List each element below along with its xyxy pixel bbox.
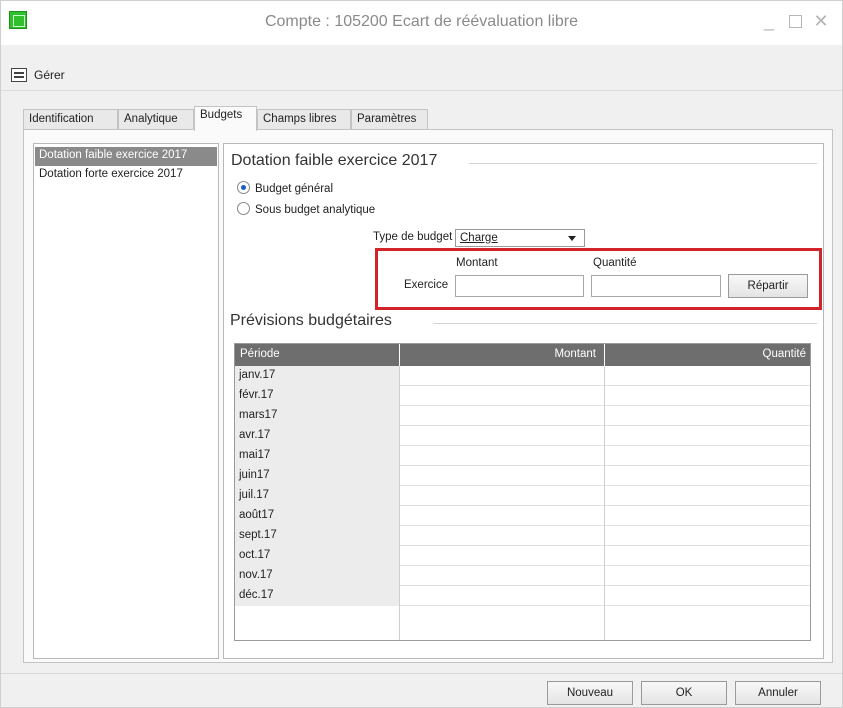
manage-icon[interactable] <box>11 68 27 82</box>
previsions-title: Prévisions budgétaires <box>230 312 392 329</box>
radio-budget-general[interactable]: Budget général <box>237 181 333 199</box>
header-periode[interactable]: Période <box>240 348 280 360</box>
tab-champs-libres[interactable]: Champs libres <box>257 109 351 130</box>
type-budget-select[interactable]: Charge <box>455 229 585 247</box>
cell-periode: mai17 <box>235 446 399 466</box>
table-row[interactable]: janv.17 <box>235 366 810 386</box>
table-row[interactable]: févr.17 <box>235 386 810 406</box>
cell-periode: févr.17 <box>235 386 399 406</box>
cell-quantite[interactable] <box>605 486 810 506</box>
cell-montant[interactable] <box>400 486 604 506</box>
cell-quantite[interactable] <box>605 546 810 566</box>
minimize-button[interactable]: _ <box>759 11 779 31</box>
table-row[interactable]: avr.17 <box>235 426 810 446</box>
table-header: Période Montant Quantité <box>235 344 810 366</box>
header-divider <box>604 344 605 366</box>
montant-column-label: Montant <box>456 257 498 269</box>
cell-quantite[interactable] <box>605 386 810 406</box>
radio-budget-general-label: Budget général <box>255 183 334 195</box>
budget-list-item[interactable]: Dotation faible exercice 2017 <box>35 147 217 166</box>
radio-sous-budget-label: Sous budget analytique <box>255 204 376 216</box>
cell-montant[interactable] <box>400 466 604 486</box>
budget-list: Dotation faible exercice 2017 Dotation f… <box>33 143 219 659</box>
type-budget-value: Charge <box>460 232 498 244</box>
cell-quantite[interactable] <box>605 366 810 386</box>
cell-montant[interactable] <box>400 366 604 386</box>
table-row[interactable]: mars17 <box>235 406 810 426</box>
budget-group-title: Dotation faible exercice 2017 <box>231 152 438 169</box>
previsions-table: Période Montant Quantité janv.17 févr.17 m… <box>234 343 811 641</box>
cell-quantite[interactable] <box>605 586 810 606</box>
radio-unchecked-icon[interactable] <box>237 202 250 215</box>
tab-analytique[interactable]: Analytique <box>118 109 194 130</box>
budget-list-item[interactable]: Dotation forte exercice 2017 <box>35 166 217 185</box>
footer-divider <box>1 673 842 674</box>
cell-quantite[interactable] <box>605 506 810 526</box>
table-row[interactable]: mai17 <box>235 446 810 466</box>
quantite-column-label: Quantité <box>593 257 637 269</box>
cell-montant[interactable] <box>400 546 604 566</box>
cell-periode: août17 <box>235 506 399 526</box>
tab-parametres[interactable]: Paramètres <box>351 109 428 130</box>
table-row[interactable]: juil.17 <box>235 486 810 506</box>
cell-montant[interactable] <box>400 586 604 606</box>
close-button[interactable]: ✕ <box>811 11 831 31</box>
dialog-window: Compte : 105200 Ecart de réévaluation li… <box>0 0 843 708</box>
cell-quantite[interactable] <box>605 406 810 426</box>
table-row[interactable]: nov.17 <box>235 566 810 586</box>
previsions-divider <box>433 323 817 324</box>
exercice-montant-input[interactable] <box>455 275 584 297</box>
header-montant[interactable]: Montant <box>554 348 596 360</box>
header-quantite[interactable]: Quantité <box>763 348 806 360</box>
cell-quantite[interactable] <box>605 526 810 546</box>
cell-periode: oct.17 <box>235 546 399 566</box>
tab-budgets[interactable]: Budgets <box>194 106 257 131</box>
cell-montant[interactable] <box>400 426 604 446</box>
cell-montant[interactable] <box>400 566 604 586</box>
annuler-button[interactable]: Annuler <box>735 681 821 705</box>
window-title: Compte : 105200 Ecart de réévaluation li… <box>264 13 579 30</box>
column-divider <box>399 366 400 640</box>
group-divider <box>469 163 817 164</box>
ok-button[interactable]: OK <box>641 681 727 705</box>
cell-periode: déc.17 <box>235 586 399 606</box>
cell-periode: mars17 <box>235 406 399 426</box>
menu-bar: Gérer <box>1 59 842 91</box>
table-row[interactable]: déc.17 <box>235 586 810 606</box>
type-budget-label: Type de budget <box>373 231 453 243</box>
table-row[interactable]: juin17 <box>235 466 810 486</box>
cell-montant[interactable] <box>400 446 604 466</box>
cell-quantite[interactable] <box>605 566 810 586</box>
column-divider <box>604 366 605 640</box>
cell-quantite[interactable] <box>605 466 810 486</box>
cell-montant[interactable] <box>400 526 604 546</box>
table-row[interactable]: oct.17 <box>235 546 810 566</box>
chevron-down-icon <box>568 236 576 241</box>
maximize-button[interactable] <box>785 11 805 31</box>
exercice-label: Exercice <box>404 279 449 291</box>
radio-sous-budget-analytique[interactable]: Sous budget analytique <box>237 202 375 220</box>
cell-montant[interactable] <box>400 386 604 406</box>
repartir-button[interactable]: Répartir <box>728 274 808 298</box>
title-bar: Compte : 105200 Ecart de réévaluation li… <box>1 1 842 45</box>
table-row[interactable]: sept.17 <box>235 526 810 546</box>
cell-quantite[interactable] <box>605 426 810 446</box>
header-divider <box>399 344 400 366</box>
tab-identification[interactable]: Identification <box>23 109 118 130</box>
cell-periode: juin17 <box>235 466 399 486</box>
cell-montant[interactable] <box>400 506 604 526</box>
exercice-quantite-input[interactable] <box>591 275 721 297</box>
nouveau-button[interactable]: Nouveau <box>547 681 633 705</box>
cell-periode: janv.17 <box>235 366 399 386</box>
menu-gerer[interactable]: Gérer <box>34 68 65 82</box>
table-row[interactable]: août17 <box>235 506 810 526</box>
radio-checked-icon[interactable] <box>237 181 250 194</box>
cell-periode: sept.17 <box>235 526 399 546</box>
cell-montant[interactable] <box>400 406 604 426</box>
cell-quantite[interactable] <box>605 446 810 466</box>
cell-periode: nov.17 <box>235 566 399 586</box>
cell-periode: juil.17 <box>235 486 399 506</box>
cell-periode: avr.17 <box>235 426 399 446</box>
